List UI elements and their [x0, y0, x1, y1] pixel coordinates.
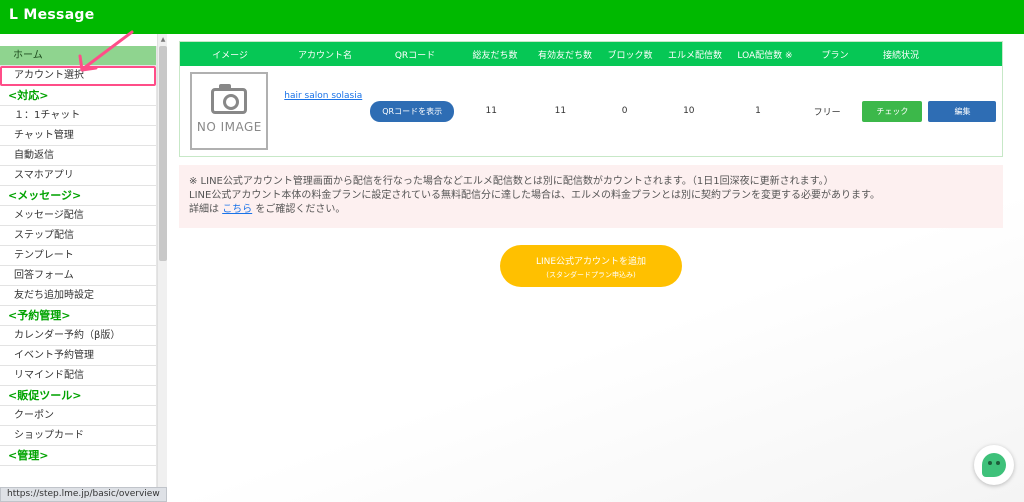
cell-valid-friends: 11 — [554, 106, 567, 116]
sidebar-item-account-select[interactable]: アカウント選択 — [0, 66, 156, 86]
scrollbar-thumb[interactable] — [159, 46, 167, 261]
sidebar-scrollbar[interactable]: ▲ ▼ — [157, 34, 167, 502]
main-content: イメージ アカウント名 QRコード 総友だち数 有効友だち数 ブロック数 エルメ… — [167, 34, 1024, 502]
sidebar-section-support: <対応> — [0, 86, 156, 106]
cell-total-friends: 11 — [485, 106, 497, 116]
header-valid-friends: 有効友だち数 — [537, 50, 592, 61]
table-row: NO IMAGE hair salon solasia QRコードを表示 11 … — [180, 66, 1002, 156]
cell-blocks: 0 — [621, 106, 628, 116]
status-bar-url: https://step.lme.jp/basic/overview — [0, 487, 167, 502]
header-qr-code: QRコード — [394, 50, 436, 61]
chat-bubble-icon — [982, 453, 1006, 477]
notice-box: ※ LINE公式アカウント管理画面から配信を行なった場合などエルメ配信数とは別に… — [179, 165, 1003, 228]
edit-button[interactable]: 編集 — [928, 100, 997, 122]
header-connection: 接続状況 — [882, 50, 919, 61]
sidebar-item-template[interactable]: テンプレート — [0, 246, 156, 266]
sidebar-item-coupon[interactable]: クーポン — [0, 406, 156, 426]
sidebar-item-event-reservation[interactable]: イベント予約管理 — [0, 346, 156, 366]
sidebar-item-answer-form[interactable]: 回答フォーム — [0, 266, 156, 286]
details-link[interactable]: こちら — [222, 204, 252, 215]
account-table: イメージ アカウント名 QRコード 総友だち数 有効友だち数 ブロック数 エルメ… — [179, 41, 1003, 157]
sidebar-item-smartphone-app[interactable]: スマホアプリ — [0, 166, 156, 186]
show-qr-button[interactable]: QRコードを表示 — [370, 100, 455, 122]
sidebar-item-home[interactable]: ホーム — [0, 46, 156, 66]
sidebar-item-friend-add-settings[interactable]: 友だち追加時設定 — [0, 286, 156, 306]
header-account-name: アカウント名 — [297, 50, 352, 61]
table-header: イメージ アカウント名 QRコード 総友だち数 有効友だち数 ブロック数 エルメ… — [180, 42, 1002, 66]
add-line-account-button[interactable]: LINE公式アカウントを追加 (スタンダードプラン申込み) — [500, 245, 682, 287]
sidebar-section-management: <管理> — [0, 446, 156, 466]
cell-loa-sends: 1 — [755, 106, 761, 116]
sidebar-section-reservation: <予約管理> — [0, 306, 156, 326]
sidebar: ホーム アカウント選択 <対応> １：1チャット チャット管理 自動返信 スマホ… — [0, 46, 157, 502]
header-plan: プラン — [821, 50, 849, 61]
camera-icon — [211, 84, 248, 114]
sidebar-item-step-delivery[interactable]: ステップ配信 — [0, 226, 156, 246]
sidebar-item-calendar-reservation[interactable]: カレンダー予約（β版） — [0, 326, 156, 346]
header-lme-sends: エルメ配信数 — [667, 50, 722, 61]
sidebar-section-promotion: <販促ツール> — [0, 386, 156, 406]
top-bar: L Message — [0, 0, 1024, 34]
sidebar-item-chat[interactable]: １：1チャット — [0, 106, 156, 126]
cell-account-name: hair salon solasia — [279, 91, 368, 101]
sidebar-item-shop-card[interactable]: ショップカード — [0, 426, 156, 446]
no-image-placeholder: NO IMAGE — [190, 72, 269, 150]
header-loa-sends: LOA配信数 ※ — [737, 50, 793, 61]
sidebar-item-auto-reply[interactable]: 自動返信 — [0, 146, 156, 166]
cell-lme-sends: 10 — [683, 106, 695, 116]
notice-line-1: ※ LINE公式アカウント管理画面から配信を行なった場合などエルメ配信数とは別に… — [189, 176, 834, 187]
notice-line-2: LINE公式アカウント本体の料金プランに設定されている無料配信分に達した場合は、… — [189, 190, 881, 201]
sidebar-section-message: <メッセージ> — [0, 186, 156, 206]
cell-connection: チェック — [862, 100, 923, 122]
cell-plan: フリー — [813, 107, 841, 118]
header-image: イメージ — [212, 50, 248, 61]
cell-actions: 編集 — [923, 100, 1002, 122]
chat-support-button[interactable] — [974, 445, 1014, 485]
notice-line-3: 詳細は こちら をご確認ください。 — [189, 204, 346, 215]
app-title[interactable]: L Message — [9, 7, 95, 23]
check-button[interactable]: チェック — [862, 100, 923, 122]
header-blocks: ブロック数 — [607, 50, 653, 61]
sidebar-item-chat-management[interactable]: チャット管理 — [0, 126, 156, 146]
cell-image: NO IMAGE — [180, 72, 279, 150]
header-total-friends: 総友だち数 — [472, 50, 518, 61]
sidebar-item-message-delivery[interactable]: メッセージ配信 — [0, 206, 156, 226]
account-name-link[interactable]: hair salon solasia — [284, 91, 362, 101]
cell-qr-code: QRコードを表示 — [368, 100, 457, 122]
sidebar-item-remind-delivery[interactable]: リマインド配信 — [0, 366, 156, 386]
